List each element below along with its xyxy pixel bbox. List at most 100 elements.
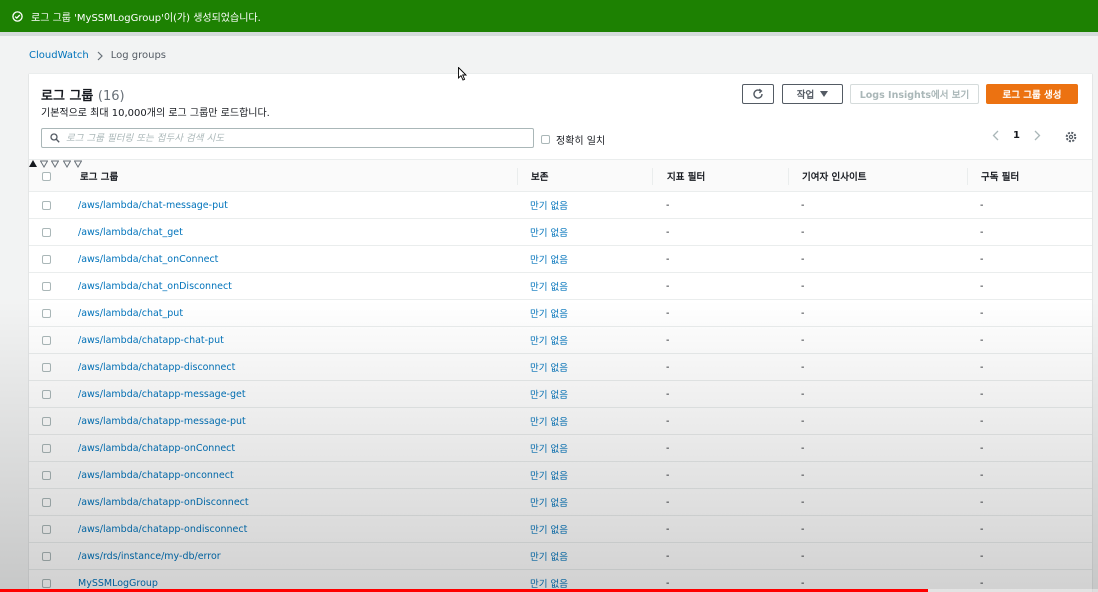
page-number-button[interactable]: 1: [1013, 130, 1020, 141]
retention-link[interactable]: 만기 없음: [530, 327, 568, 353]
sort-ascending-icon[interactable]: [29, 160, 40, 171]
create-log-group-button[interactable]: 로그 그룹 생성: [986, 84, 1078, 104]
table-body: /aws/lambda/chat-message-put 만기 없음 - - -/aws…: [29, 192, 1092, 592]
retention-link[interactable]: 만기 없음: [530, 354, 568, 380]
page-title: 로그 그룹 (16): [41, 85, 125, 104]
retention-link[interactable]: 만기 없음: [530, 408, 568, 434]
log-group-name-link[interactable]: /aws/lambda/chatapp-chat-put: [78, 327, 224, 353]
log-group-name-link[interactable]: /aws/lambda/chatapp-ondisconnect: [78, 516, 247, 542]
log-group-name-link[interactable]: /aws/lambda/chat_onDisconnect: [78, 273, 232, 299]
subscription-filters-value: -: [980, 334, 984, 346]
check-circle-icon: [12, 10, 23, 22]
log-group-name-link[interactable]: /aws/lambda/chat_put: [78, 300, 183, 326]
row-select-checkbox[interactable]: [42, 444, 51, 453]
success-flash-banner: 로그 그룹 'MySSMLogGroup'이(가) 생성되었습니다.: [0, 0, 1098, 32]
row-select-checkbox[interactable]: [42, 363, 51, 372]
row-select-checkbox[interactable]: [42, 525, 51, 534]
column-divider: [967, 168, 968, 185]
log-group-name-link[interactable]: /aws/lambda/chatapp-onConnect: [78, 435, 235, 461]
contributor-insights-value: -: [801, 226, 805, 238]
row-select-checkbox[interactable]: [42, 309, 51, 318]
chevron-right-icon[interactable]: [1034, 130, 1041, 141]
retention-link[interactable]: 만기 없음: [530, 219, 568, 245]
contributor-insights-value: -: [801, 442, 805, 454]
refresh-button[interactable]: [742, 84, 774, 104]
retention-link[interactable]: 만기 없음: [530, 516, 568, 542]
log-group-name-link[interactable]: /aws/lambda/chatapp-onDisconnect: [78, 489, 249, 515]
metric-filters-value: -: [666, 334, 670, 346]
column-header-subscription-filters[interactable]: 구독 필터: [981, 160, 1019, 192]
row-select-checkbox[interactable]: [42, 228, 51, 237]
retention-link[interactable]: 만기 없음: [530, 462, 568, 488]
column-header-metric-filters[interactable]: 지표 필터: [667, 160, 705, 192]
panel-description: 기본적으로 최대 10,000개의 로그 그룹만 로드합니다.: [41, 108, 270, 119]
breadcrumb-current: Log groups: [110, 50, 166, 61]
metric-filters-value: -: [666, 550, 670, 562]
log-group-name-link[interactable]: /aws/lambda/chatapp-disconnect: [78, 354, 235, 380]
sort-caret-down-icon[interactable]: [62, 160, 74, 171]
log-groups-table: 로그 그룹 보존 지표 필터 기여자 인사이트 구독 필터 /aws/lambd…: [29, 159, 1092, 592]
retention-link[interactable]: 만기 없음: [530, 543, 568, 569]
metric-filters-value: -: [666, 361, 670, 373]
retention-link[interactable]: 만기 없음: [530, 489, 568, 515]
select-all-checkbox[interactable]: [42, 172, 51, 181]
subscription-filters-value: -: [980, 523, 984, 535]
contributor-insights-value: -: [801, 253, 805, 265]
metric-filters-value: -: [666, 442, 670, 454]
table-row: /aws/lambda/chat-message-put 만기 없음 - - -: [29, 192, 1092, 219]
exact-match-checkbox[interactable]: [541, 135, 550, 144]
row-select-checkbox[interactable]: [42, 552, 51, 561]
refresh-icon: [752, 88, 764, 100]
log-group-name-link[interactable]: /aws/lambda/chat_onConnect: [78, 246, 218, 272]
retention-link[interactable]: 만기 없음: [530, 300, 568, 326]
column-header-log-group[interactable]: 로그 그룹: [80, 160, 118, 192]
row-select-checkbox[interactable]: [42, 579, 51, 588]
subscription-filters-value: -: [980, 253, 984, 265]
metric-filters-value: -: [666, 280, 670, 292]
table-row: /aws/lambda/chat_onDisconnect 만기 없음 - - -: [29, 273, 1092, 300]
row-select-checkbox[interactable]: [42, 336, 51, 345]
actions-dropdown-button[interactable]: 작업: [782, 84, 843, 104]
view-in-logs-insights-button[interactable]: Logs Insights에서 보기: [850, 84, 979, 104]
chevron-left-icon[interactable]: [992, 130, 999, 141]
table-header: 로그 그룹 보존 지표 필터 기여자 인사이트 구독 필터: [29, 159, 1092, 192]
row-select-checkbox[interactable]: [42, 390, 51, 399]
metric-filters-value: -: [666, 253, 670, 265]
column-header-contributor-insights[interactable]: 기여자 인사이트: [802, 160, 867, 192]
contributor-insights-value: -: [801, 334, 805, 346]
retention-link[interactable]: 만기 없음: [530, 246, 568, 272]
row-select-checkbox[interactable]: [42, 417, 51, 426]
retention-link[interactable]: 만기 없음: [530, 273, 568, 299]
exact-match-option: 정확히 일치: [541, 132, 605, 147]
metric-filters-value: -: [666, 199, 670, 211]
row-select-checkbox[interactable]: [42, 471, 51, 480]
row-select-checkbox[interactable]: [42, 255, 51, 264]
gear-icon[interactable]: [1065, 131, 1077, 143]
column-header-retention[interactable]: 보존: [531, 160, 548, 192]
exact-match-label: 정확히 일치: [556, 136, 606, 147]
log-group-name-link[interactable]: /aws/lambda/chatapp-message-get: [78, 381, 246, 407]
row-select-checkbox[interactable]: [42, 201, 51, 210]
sort-caret-down-icon[interactable]: [51, 160, 62, 171]
breadcrumb-cloudwatch-link[interactable]: CloudWatch: [29, 50, 89, 61]
log-group-name-link[interactable]: /aws/lambda/chat-message-put: [78, 192, 228, 218]
subscription-filters-value: -: [980, 280, 984, 292]
column-label-metric-filters: 지표 필터: [667, 172, 706, 183]
subscription-filters-value: -: [980, 415, 984, 427]
log-group-name-link[interactable]: /aws/lambda/chat_get: [78, 219, 183, 245]
row-select-checkbox[interactable]: [42, 498, 51, 507]
retention-link[interactable]: 만기 없음: [530, 381, 568, 407]
column-divider: [652, 168, 653, 185]
mouse-cursor-icon: [458, 66, 468, 81]
log-group-name-link[interactable]: /aws/rds/instance/my-db/error: [78, 543, 221, 569]
log-group-name-link[interactable]: /aws/lambda/chatapp-onconnect: [78, 462, 234, 488]
sort-caret-down-icon[interactable]: [39, 160, 51, 171]
retention-link[interactable]: 만기 없음: [530, 435, 568, 461]
row-select-checkbox[interactable]: [42, 282, 51, 291]
table-row: /aws/lambda/chat_onConnect 만기 없음 - - -: [29, 246, 1092, 273]
table-row: /aws/lambda/chat_get 만기 없음 - - -: [29, 219, 1092, 246]
retention-link[interactable]: 만기 없음: [530, 192, 568, 218]
log-group-name-link[interactable]: /aws/lambda/chatapp-message-put: [78, 408, 246, 434]
search-input[interactable]: [66, 132, 516, 144]
contributor-insights-value: -: [801, 523, 805, 535]
